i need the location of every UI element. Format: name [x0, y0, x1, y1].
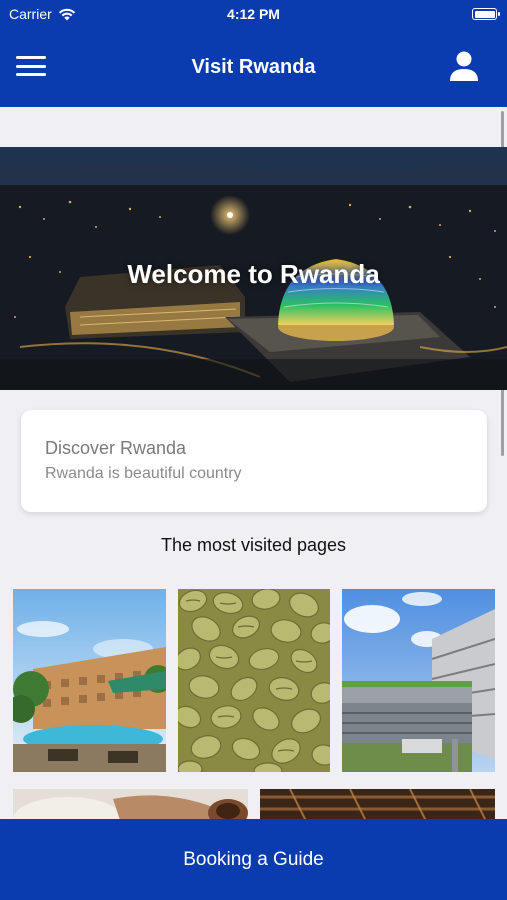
status-bar: Carrier 4:12 PM	[0, 0, 507, 30]
page-title: Visit Rwanda	[191, 56, 316, 78]
gallery-item-hotel[interactable]	[13, 589, 166, 772]
card-title: Discover Rwanda	[45, 438, 187, 458]
booking-bar: Booking a Guide	[0, 819, 507, 900]
booking-guide-button[interactable]: Booking a Guide	[183, 849, 324, 871]
gallery-item-coffee[interactable]	[178, 589, 330, 772]
interior-image	[260, 789, 495, 819]
hero-banner: Welcome to Rwanda	[0, 147, 507, 390]
main-content[interactable]: Welcome to Rwanda Discover Rwanda Rwanda…	[0, 107, 507, 819]
coffee-cup-image	[13, 789, 248, 819]
battery-icon	[472, 8, 500, 20]
gallery-item-interior[interactable]	[260, 789, 495, 819]
gallery-item-building[interactable]	[342, 589, 495, 772]
status-time: 4:12 PM	[227, 6, 280, 22]
card-subtitle: Rwanda is beautiful country	[45, 465, 242, 482]
coffee-beans-image	[178, 589, 330, 772]
hotel-image	[13, 589, 166, 772]
building-image	[342, 589, 495, 772]
nav-bar: Visit Rwanda	[0, 30, 507, 107]
hero-title: Welcome to Rwanda	[127, 259, 380, 289]
section-title: The most visited pages	[160, 535, 347, 555]
discover-card[interactable]: Discover Rwanda Rwanda is beautiful coun…	[21, 410, 487, 512]
profile-icon[interactable]	[449, 50, 479, 82]
gallery-item-coffee-cup[interactable]	[13, 789, 248, 819]
